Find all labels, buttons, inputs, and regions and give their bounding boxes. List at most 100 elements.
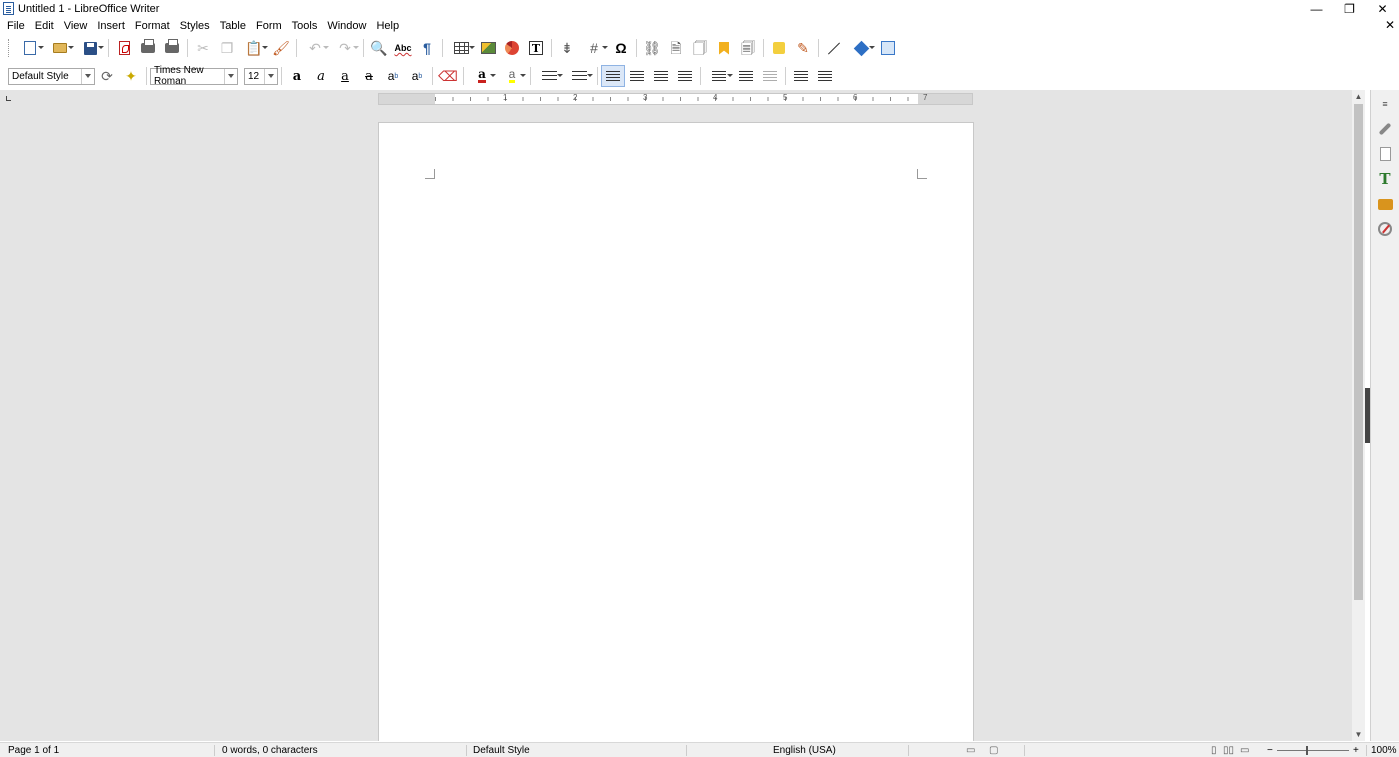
- print-preview-button[interactable]: [160, 37, 184, 59]
- menu-styles[interactable]: Styles: [175, 20, 215, 32]
- track-changes-button[interactable]: ✎: [791, 37, 815, 59]
- subscript-button[interactable]: ab: [405, 65, 429, 87]
- zoom-slider-knob[interactable]: [1306, 746, 1308, 755]
- insert-footnote-button[interactable]: 🗎: [664, 37, 688, 59]
- update-style-button[interactable]: ⟳: [95, 65, 119, 87]
- menu-edit[interactable]: Edit: [30, 20, 59, 32]
- line-spacing-button[interactable]: [704, 65, 734, 87]
- find-replace-button[interactable]: 🔍: [367, 37, 391, 59]
- clear-formatting-button[interactable]: ⌫: [436, 65, 460, 87]
- spelling-button[interactable]: Abc: [391, 37, 415, 59]
- font-name-select[interactable]: Times New Roman: [150, 65, 238, 87]
- increase-paragraph-spacing-button[interactable]: [734, 65, 758, 87]
- align-center-button[interactable]: [625, 65, 649, 87]
- ordered-list-button[interactable]: [564, 65, 594, 87]
- export-pdf-button[interactable]: [112, 37, 136, 59]
- scroll-down-icon[interactable]: ▼: [1352, 728, 1365, 741]
- unordered-list-button[interactable]: [534, 65, 564, 87]
- restore-button[interactable]: ❐: [1333, 0, 1366, 17]
- chevron-down-icon[interactable]: [264, 68, 277, 84]
- font-size-select[interactable]: 12: [244, 67, 278, 85]
- save-button[interactable]: [75, 37, 105, 59]
- page-style[interactable]: Default Style: [473, 745, 530, 756]
- text-language[interactable]: English (USA): [773, 745, 836, 756]
- increase-indent-button[interactable]: [789, 65, 813, 87]
- tab-stop-selector[interactable]: [6, 96, 11, 101]
- document-page[interactable]: [378, 122, 974, 741]
- scrollbar-thumb[interactable]: [1354, 104, 1363, 600]
- menu-form[interactable]: Form: [251, 20, 287, 32]
- menu-view[interactable]: View: [59, 20, 93, 32]
- zoom-out-button[interactable]: −: [1267, 745, 1273, 756]
- open-button[interactable]: [45, 37, 75, 59]
- draw-functions-button[interactable]: [876, 37, 900, 59]
- italic-button[interactable]: a: [309, 65, 333, 87]
- insert-table-button[interactable]: [446, 37, 476, 59]
- redo-button[interactable]: ↷: [330, 37, 360, 59]
- toolbar-grip[interactable]: [8, 39, 11, 57]
- insert-image-button[interactable]: [476, 37, 500, 59]
- scroll-up-icon[interactable]: ▲: [1352, 90, 1365, 103]
- insert-textbox-button[interactable]: T: [524, 37, 548, 59]
- minimize-button[interactable]: —: [1300, 0, 1333, 17]
- print-button[interactable]: [136, 37, 160, 59]
- bold-button[interactable]: a: [285, 65, 309, 87]
- chevron-down-icon[interactable]: [81, 68, 94, 84]
- menu-file[interactable]: File: [2, 20, 30, 32]
- new-style-button[interactable]: ✦: [119, 65, 143, 87]
- sidebar-navigator-button[interactable]: [1374, 218, 1396, 240]
- insert-hyperlink-button[interactable]: ⛓: [640, 37, 664, 59]
- new-document-button[interactable]: [15, 37, 45, 59]
- insert-chart-button[interactable]: [500, 37, 524, 59]
- menu-insert[interactable]: Insert: [92, 20, 130, 32]
- single-page-view-icon[interactable]: ▯: [1211, 745, 1217, 756]
- decrease-indent-button[interactable]: [813, 65, 837, 87]
- underline-button[interactable]: a: [333, 65, 357, 87]
- document-modified-icon[interactable]: ▢: [989, 745, 998, 756]
- menu-window[interactable]: Window: [322, 20, 371, 32]
- menu-table[interactable]: Table: [215, 20, 251, 32]
- clone-formatting-button[interactable]: 🖌: [269, 37, 293, 59]
- book-view-icon[interactable]: ▭: [1240, 745, 1249, 756]
- basic-shapes-button[interactable]: [846, 37, 876, 59]
- cut-button[interactable]: ✂: [191, 37, 215, 59]
- page-count[interactable]: Page 1 of 1: [8, 745, 59, 756]
- close-button[interactable]: ✕: [1366, 0, 1399, 17]
- word-count[interactable]: 0 words, 0 characters: [222, 745, 318, 756]
- font-color-button[interactable]: a: [467, 65, 497, 87]
- strikethrough-button[interactable]: a: [357, 65, 381, 87]
- multi-page-view-icon[interactable]: ▯▯: [1223, 745, 1234, 756]
- chevron-down-icon[interactable]: [224, 68, 237, 84]
- vertical-scrollbar[interactable]: ▲ ▼: [1352, 90, 1365, 741]
- paragraph-style-select[interactable]: Default Style: [8, 67, 95, 85]
- insert-field-button[interactable]: #: [579, 37, 609, 59]
- zoom-in-button[interactable]: +: [1353, 745, 1359, 756]
- superscript-button[interactable]: ab: [381, 65, 405, 87]
- align-left-button[interactable]: [601, 65, 625, 87]
- highlight-color-button[interactable]: a: [497, 65, 527, 87]
- formatting-marks-button[interactable]: ¶: [415, 37, 439, 59]
- decrease-paragraph-spacing-button[interactable]: [758, 65, 782, 87]
- zoom-slider[interactable]: [1277, 750, 1349, 751]
- horizontal-ruler[interactable]: 1 2 3 4 5 6 7: [378, 93, 973, 105]
- sidebar-page-button[interactable]: [1374, 143, 1396, 165]
- undo-button[interactable]: ↶: [300, 37, 330, 59]
- insert-comment-button[interactable]: [767, 37, 791, 59]
- insert-special-character-button[interactable]: Ω: [609, 37, 633, 59]
- insert-line-button[interactable]: [822, 37, 846, 59]
- copy-button[interactable]: ❐: [215, 37, 239, 59]
- insert-mode-icon[interactable]: ▭: [966, 745, 975, 756]
- paste-button[interactable]: 📋: [239, 37, 269, 59]
- justify-button[interactable]: [673, 65, 697, 87]
- align-right-button[interactable]: [649, 65, 673, 87]
- zoom-level[interactable]: 100%: [1371, 745, 1397, 756]
- insert-bookmark-button[interactable]: [712, 37, 736, 59]
- menu-tools[interactable]: Tools: [287, 20, 323, 32]
- sidebar-properties-button[interactable]: [1374, 118, 1396, 140]
- insert-page-break-button[interactable]: ⇟: [555, 37, 579, 59]
- menu-help[interactable]: Help: [371, 20, 404, 32]
- menu-format[interactable]: Format: [130, 20, 175, 32]
- insert-cross-reference-button[interactable]: 🗐: [736, 37, 760, 59]
- sidebar-menu-button[interactable]: ≡: [1374, 93, 1396, 115]
- sidebar-gallery-button[interactable]: [1374, 193, 1396, 215]
